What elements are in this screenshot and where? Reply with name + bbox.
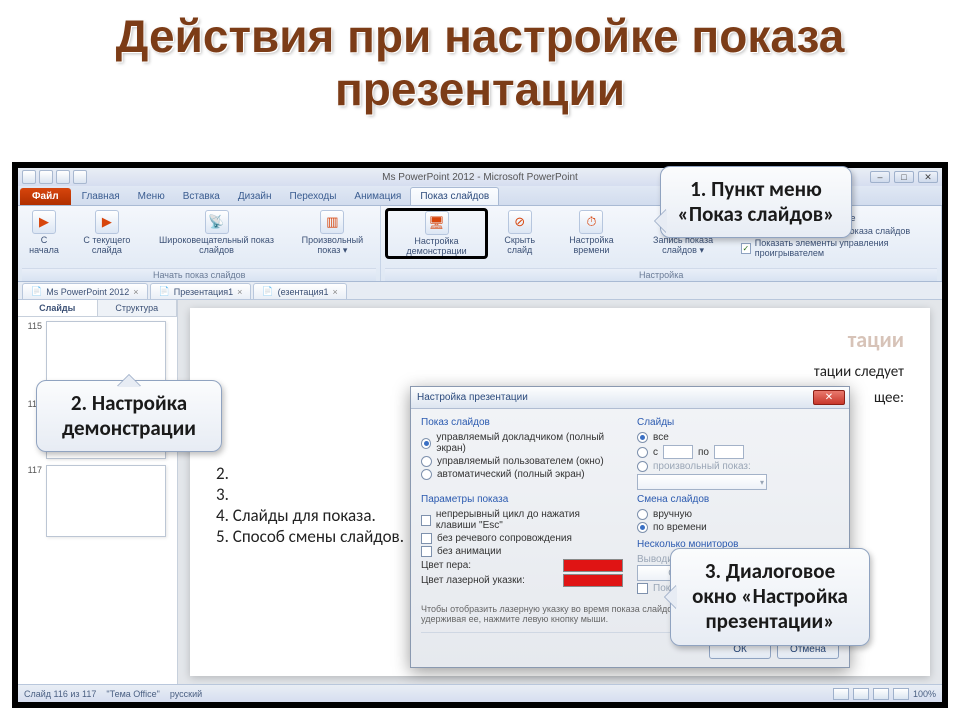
hide-slide-icon: ⊘ [508, 210, 532, 234]
group-options: Параметры показа [421, 494, 623, 505]
zoom-level[interactable]: 100% [913, 689, 936, 699]
slide-heading-fragment: тации [216, 326, 904, 353]
hide-slide-button[interactable]: ⊘Скрыть слайд [491, 208, 549, 259]
radio-window[interactable]: управляемый пользователем (окно) [421, 456, 623, 467]
callout-1: 1. Пункт меню «Показ слайдов» [660, 166, 852, 238]
outline-tab[interactable]: Структура [98, 300, 178, 316]
rehearse-button[interactable]: ⏱Настройка времени [552, 208, 631, 259]
to-spinner[interactable] [714, 445, 744, 459]
laser-color-picker[interactable] [563, 574, 623, 587]
custom-show-combo [637, 474, 767, 490]
slides-tab[interactable]: Слайды [18, 300, 98, 316]
doc-tab-3[interactable]: 📄(езентация1× [253, 283, 346, 299]
setup-slideshow-button[interactable]: 🖥Настройка демонстрации [385, 208, 487, 259]
maximize-button[interactable]: □ [894, 171, 914, 183]
slide-position: Слайд 116 из 117 [24, 689, 96, 699]
radio-kiosk[interactable]: автоматический (полный экран) [421, 469, 623, 480]
window-title: Ms PowerPoint 2012 - Microsoft PowerPoin… [382, 172, 578, 183]
dialog-close-button[interactable]: ✕ [813, 390, 845, 405]
save-icon[interactable] [39, 170, 53, 184]
broadcast-button[interactable]: 📡Широковещательный показ слайдов [148, 208, 286, 257]
close-icon[interactable]: × [237, 287, 242, 297]
ribbon-group-start-label: Начать показ слайдов [22, 268, 376, 281]
pen-color-label: Цвет пера: [421, 560, 471, 571]
language-indicator[interactable]: русский [170, 689, 202, 699]
minimize-button[interactable]: – [870, 171, 890, 183]
custom-show-icon: ▥ [320, 210, 344, 234]
show-controls-check[interactable]: ✓Показать элементы управления проигрыват… [741, 238, 931, 258]
tab-design[interactable]: Дизайн [229, 188, 281, 205]
broadcast-icon: 📡 [205, 210, 229, 234]
tab-transitions[interactable]: Переходы [281, 188, 346, 205]
custom-show-button[interactable]: ▥Произвольный показ ▾ [288, 208, 376, 257]
tab-home[interactable]: Главная [73, 188, 129, 205]
callout-3: 3. Диалоговое окно «Настройка презентаци… [670, 548, 870, 646]
win-icon: 📄 [159, 286, 170, 297]
radio-custom-show: произвольный показ: [637, 461, 839, 472]
reading-view-button[interactable] [873, 688, 889, 700]
check-no-animation[interactable]: без анимации [421, 546, 623, 557]
group-slides: Слайды [637, 417, 839, 428]
win-icon: 📄 [31, 286, 42, 297]
radio-speaker[interactable]: управляемый докладчиком (полный экран) [421, 432, 623, 454]
slide-text-fragment: тации следует [216, 363, 904, 381]
slide-thumb-117[interactable] [46, 465, 166, 537]
doc-tab-1[interactable]: 📄Ms PowerPoint 2012× [22, 283, 148, 299]
from-beginning-button[interactable]: ▶С начала [22, 208, 66, 257]
radio-all-slides[interactable]: все [637, 432, 839, 443]
ribbon-group-setup-label: Настройка [385, 268, 937, 281]
group-advance: Смена слайдов [637, 494, 839, 505]
theme-name: "Тема Office" [106, 689, 159, 699]
dialog-title-text: Настройка презентации [417, 392, 528, 403]
status-bar: Слайд 116 из 117 "Тема Office" русский 1… [18, 684, 942, 702]
clock-icon: ⏱ [579, 210, 603, 234]
close-icon[interactable]: × [333, 287, 338, 297]
play-icon: ▶ [32, 210, 56, 234]
from-spinner[interactable] [663, 445, 693, 459]
radio-timings[interactable]: по времени [637, 522, 839, 533]
group-show-type: Показ слайдов [421, 417, 623, 428]
play-current-icon: ▶ [95, 210, 119, 234]
slide-thumbnails-pane: Слайды Структура 115 1161. Производитель… [18, 300, 178, 684]
sorter-view-button[interactable] [853, 688, 869, 700]
undo-icon[interactable] [56, 170, 70, 184]
radio-manual[interactable]: вручную [637, 509, 839, 520]
dialog-titlebar[interactable]: Настройка презентации ✕ [411, 387, 849, 409]
setup-icon: 🖥 [425, 211, 449, 235]
page-title: Действия при настройке показа презентаци… [0, 10, 960, 116]
slideshow-view-button[interactable] [893, 688, 909, 700]
normal-view-button[interactable] [833, 688, 849, 700]
tab-menu[interactable]: Меню [129, 188, 174, 205]
callout-2: 2. Настройка демонстрации [36, 380, 222, 452]
close-icon[interactable]: × [133, 287, 138, 297]
tab-insert[interactable]: Вставка [174, 188, 229, 205]
document-tabs: 📄Ms PowerPoint 2012× 📄Презентация1× 📄(ез… [18, 282, 942, 300]
tab-animation[interactable]: Анимация [345, 188, 410, 205]
pen-color-picker[interactable] [563, 559, 623, 572]
thumb-number: 115 [22, 321, 42, 331]
doc-tab-2[interactable]: 📄Презентация1× [150, 283, 252, 299]
tab-slideshow[interactable]: Показ слайдов [410, 187, 499, 205]
from-current-button[interactable]: ▶С текущего слайда [69, 208, 145, 257]
thumb-number: 117 [22, 465, 42, 475]
close-button[interactable]: ✕ [918, 171, 938, 183]
check-no-narration[interactable]: без речевого сопровождения [421, 533, 623, 544]
tab-file[interactable]: Файл [20, 188, 71, 205]
win-icon: 📄 [262, 286, 273, 297]
redo-icon[interactable] [73, 170, 87, 184]
app-icon[interactable] [22, 170, 36, 184]
laser-color-label: Цвет лазерной указки: [421, 575, 525, 586]
check-loop[interactable]: непрерывный цикл до нажатия клавиши "Esc… [421, 509, 623, 531]
radio-range[interactable]: спо [637, 445, 839, 459]
